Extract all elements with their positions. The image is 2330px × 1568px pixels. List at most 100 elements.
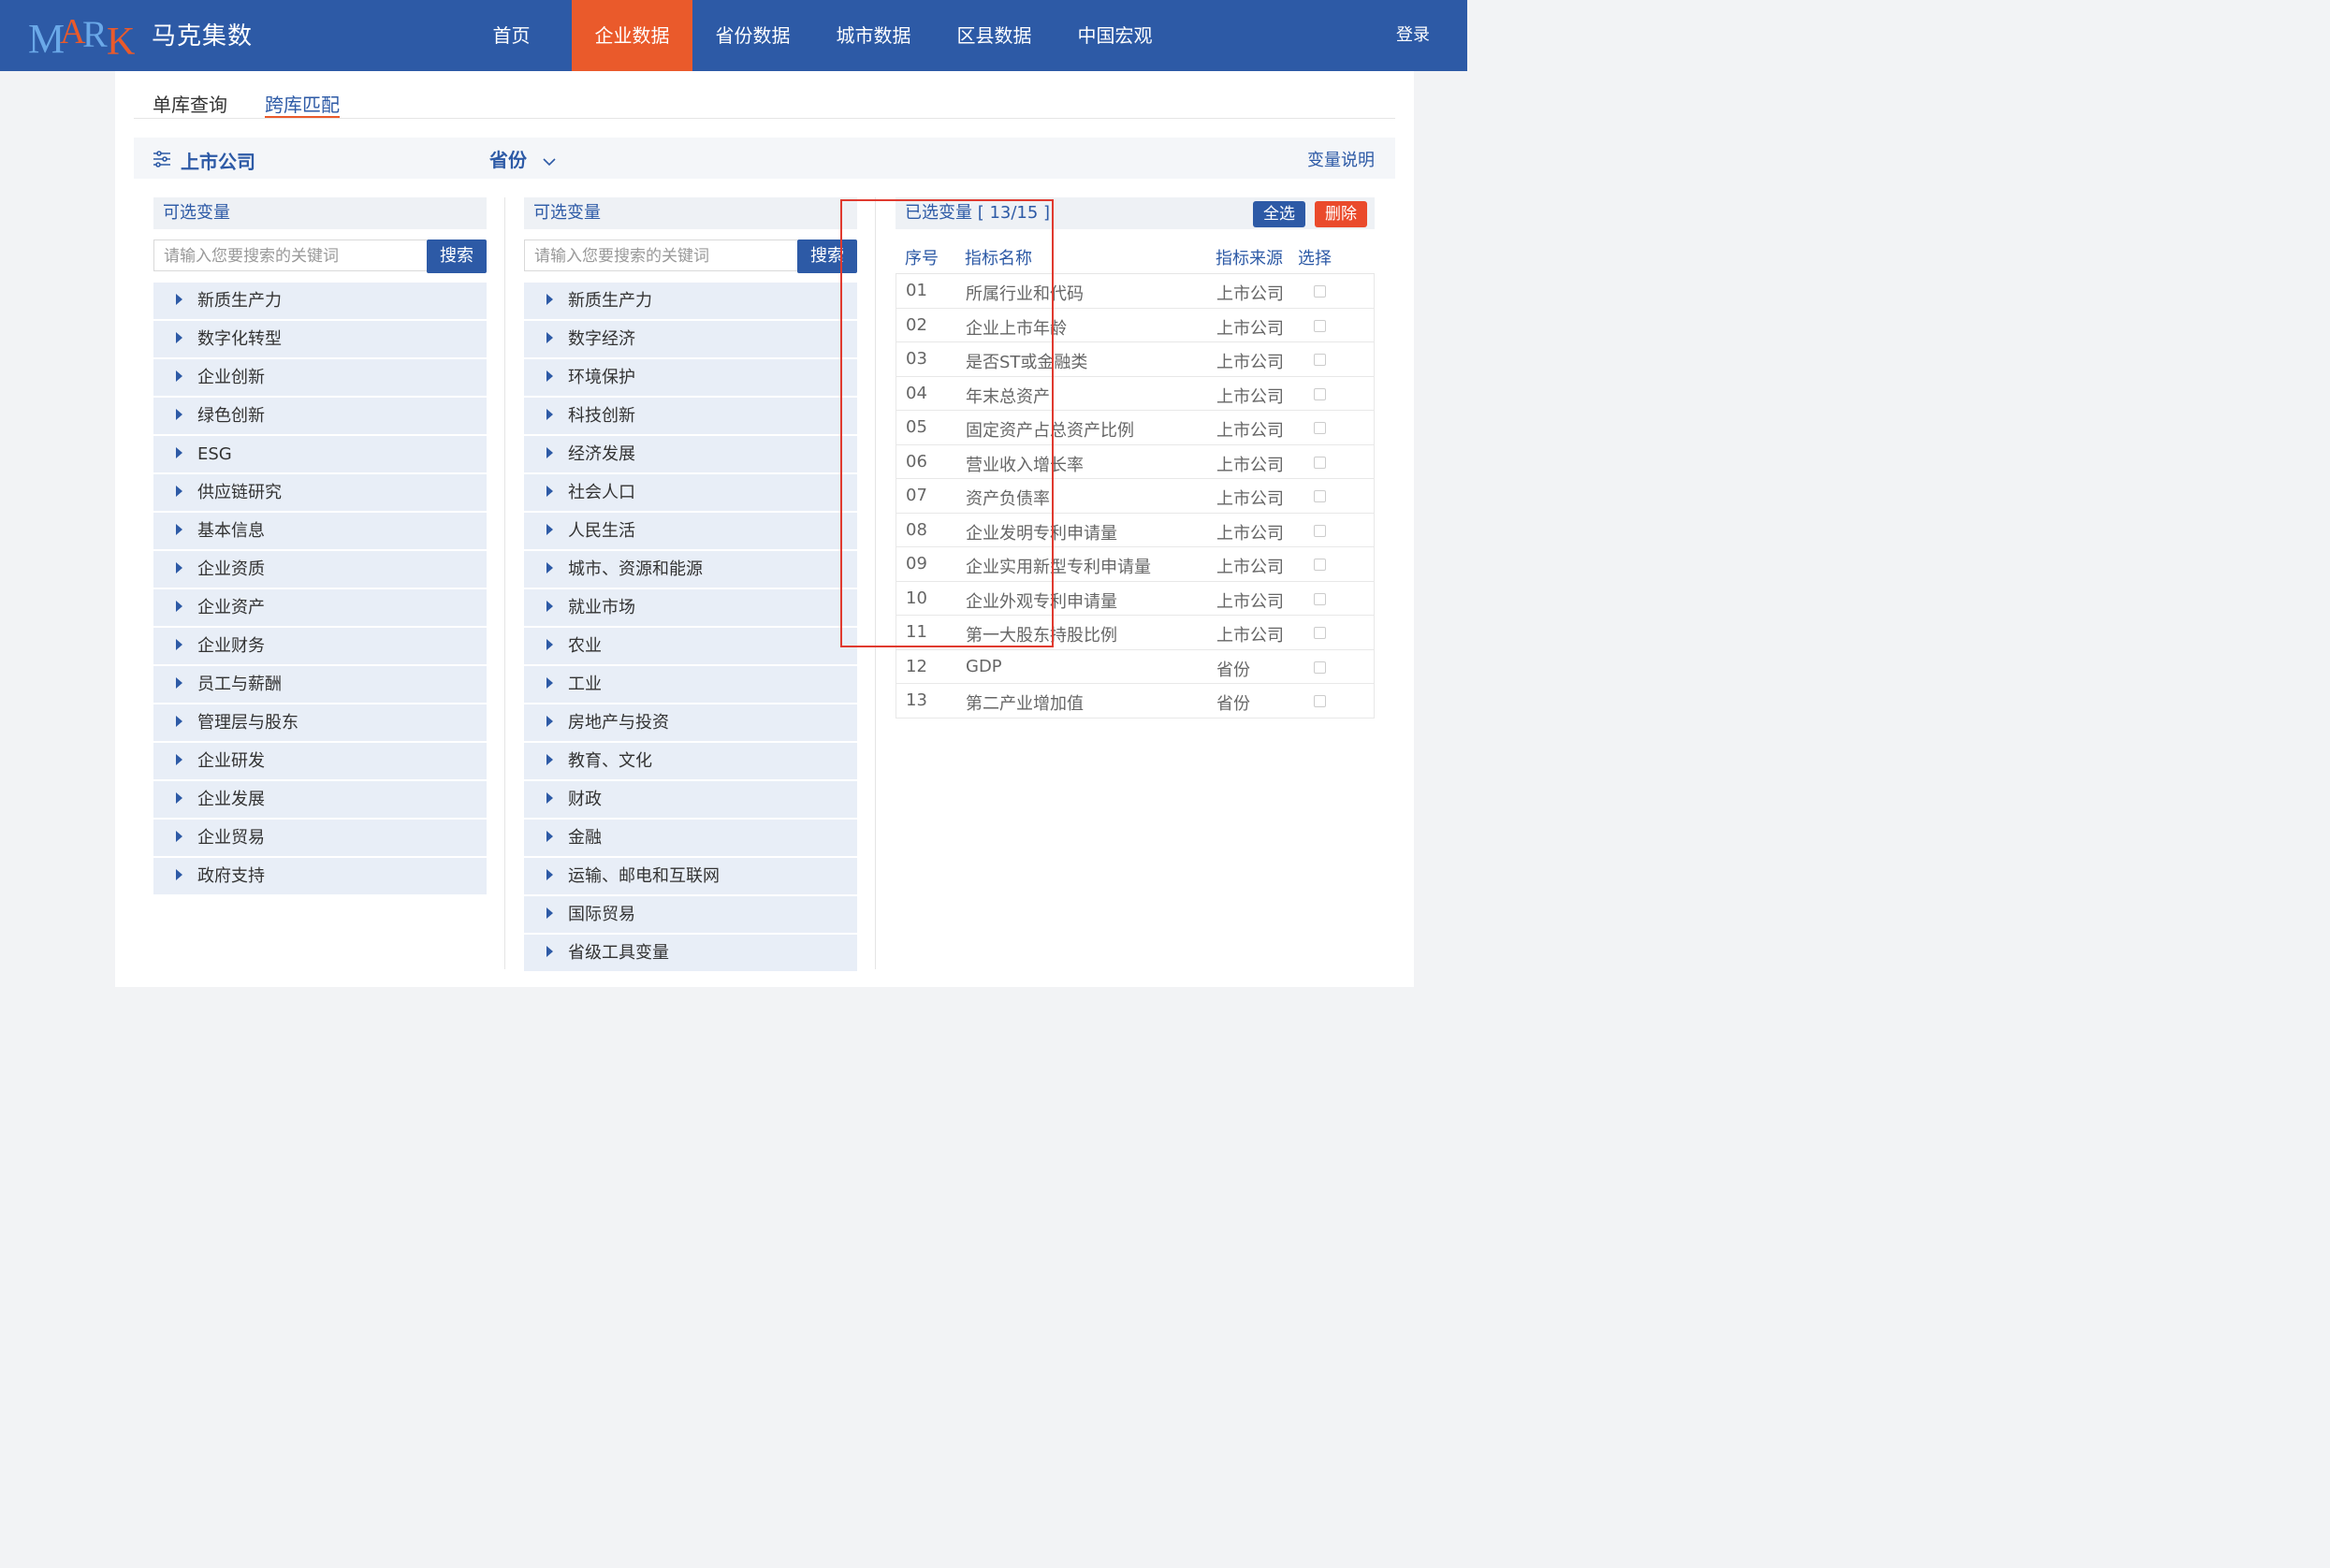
category-item[interactable]: 企业研发 [153, 743, 487, 779]
row-checkbox[interactable] [1314, 387, 1326, 400]
row-source: 省份 [1216, 660, 1250, 680]
category-item[interactable]: 数字化转型 [153, 321, 487, 357]
top-navbar: M A R K 马克集数 首页 企业数据 省份数据 城市数据 区县数据 中国宏观… [0, 0, 1467, 71]
col-header-source: 指标来源 [1216, 249, 1283, 269]
category-item[interactable]: 金融 [524, 820, 857, 856]
category-item[interactable]: 省级工具变量 [524, 935, 857, 971]
category-item[interactable]: 城市、资源和能源 [524, 551, 857, 588]
nav-province-data[interactable]: 省份数据 [692, 0, 813, 71]
category-label: 管理层与股东 [197, 713, 299, 733]
row-source: 上市公司 [1216, 318, 1284, 339]
caret-right-icon [546, 370, 553, 382]
category-item[interactable]: 企业资产 [153, 589, 487, 626]
category-item[interactable]: 就业市场 [524, 589, 857, 626]
nav-county-data[interactable]: 区县数据 [934, 0, 1055, 71]
middle-search-input[interactable]: 请输入您要搜索的关键词 [524, 240, 797, 271]
row-checkbox[interactable] [1314, 354, 1326, 366]
row-checkbox[interactable] [1314, 524, 1326, 537]
login-link[interactable]: 登录 [1396, 0, 1430, 71]
nav-home[interactable]: 首页 [451, 0, 572, 71]
category-label: 财政 [568, 790, 602, 809]
category-item[interactable]: 供应链研究 [153, 474, 487, 511]
category-label: 经济发展 [568, 444, 635, 464]
row-checkbox[interactable] [1314, 319, 1326, 332]
row-number: 13 [906, 690, 927, 710]
category-item[interactable]: 企业贸易 [153, 820, 487, 856]
province-dropdown[interactable]: 省份 [489, 145, 556, 172]
category-item[interactable]: 房地产与投资 [524, 704, 857, 741]
category-label: 供应链研究 [197, 483, 282, 502]
category-item[interactable]: ESG [153, 436, 487, 472]
category-label: 运输、邮电和互联网 [568, 866, 720, 886]
filter-bar: 上市公司 省份 变量说明 [134, 138, 1395, 179]
category-item[interactable]: 人民生活 [524, 513, 857, 549]
left-panel-title: 可选变量 [153, 197, 487, 229]
category-item[interactable]: 数字经济 [524, 321, 857, 357]
category-label: 企业财务 [197, 636, 265, 656]
category-item[interactable]: 员工与薪酬 [153, 666, 487, 703]
row-source: 上市公司 [1216, 284, 1284, 304]
caret-right-icon [546, 946, 553, 957]
category-item[interactable]: 运输、邮电和互联网 [524, 858, 857, 894]
row-checkbox[interactable] [1314, 456, 1326, 469]
category-item[interactable]: 企业发展 [153, 781, 487, 818]
category-item[interactable]: 政府支持 [153, 858, 487, 894]
nav-enterprise-data[interactable]: 企业数据 [572, 0, 692, 71]
category-item[interactable]: 环境保护 [524, 359, 857, 396]
category-label: 员工与薪酬 [197, 675, 282, 694]
row-checkbox[interactable] [1314, 661, 1326, 674]
caret-right-icon [176, 409, 182, 420]
category-item[interactable]: 教育、文化 [524, 743, 857, 779]
left-search-button[interactable]: 搜索 [427, 240, 487, 273]
category-item[interactable]: 企业资质 [153, 551, 487, 588]
brand-name: 马克集数 [152, 22, 254, 51]
category-label: 数字化转型 [197, 329, 282, 349]
category-label: 环境保护 [568, 368, 635, 387]
category-label: 科技创新 [568, 406, 635, 426]
caret-right-icon [176, 601, 182, 612]
category-item[interactable]: 社会人口 [524, 474, 857, 511]
row-checkbox[interactable] [1314, 627, 1326, 639]
category-item[interactable]: 国际贸易 [524, 896, 857, 933]
category-item[interactable]: 绿色创新 [153, 398, 487, 434]
category-item[interactable]: 新质生产力 [524, 283, 857, 319]
category-label: 新质生产力 [197, 291, 282, 311]
dataset-title: 上市公司 [181, 151, 255, 173]
category-item[interactable]: 农业 [524, 628, 857, 664]
category-label: 企业创新 [197, 368, 265, 387]
row-checkbox[interactable] [1314, 490, 1326, 502]
category-item[interactable]: 基本信息 [153, 513, 487, 549]
row-checkbox[interactable] [1314, 559, 1326, 571]
row-source: 上市公司 [1216, 386, 1284, 407]
tab-cross-match[interactable]: 跨库匹配 [265, 90, 340, 117]
category-item[interactable]: 工业 [524, 666, 857, 703]
category-item[interactable]: 经济发展 [524, 436, 857, 472]
category-item[interactable]: 管理层与股东 [153, 704, 487, 741]
category-item[interactable]: 企业财务 [153, 628, 487, 664]
category-item[interactable]: 科技创新 [524, 398, 857, 434]
caret-right-icon [176, 754, 182, 765]
row-checkbox[interactable] [1314, 422, 1326, 434]
nav-city-data[interactable]: 城市数据 [813, 0, 934, 71]
category-item[interactable]: 财政 [524, 781, 857, 818]
category-label: 社会人口 [568, 483, 635, 502]
caret-right-icon [176, 677, 182, 689]
select-all-button[interactable]: 全选 [1253, 201, 1305, 227]
left-search-input[interactable]: 请输入您要搜索的关键词 [153, 240, 427, 271]
row-checkbox[interactable] [1314, 285, 1326, 298]
row-checkbox[interactable] [1314, 695, 1326, 707]
delete-button[interactable]: 删除 [1315, 201, 1367, 227]
category-item[interactable]: 新质生产力 [153, 283, 487, 319]
category-item[interactable]: 企业创新 [153, 359, 487, 396]
tab-single-query[interactable]: 单库查询 [153, 90, 227, 117]
table-row: 13 第二产业增加值 省份 [896, 684, 1374, 719]
mark-logo[interactable]: M A R K [28, 13, 140, 60]
row-checkbox[interactable] [1314, 592, 1326, 605]
middle-search-row: 请输入您要搜索的关键词 搜索 [524, 240, 857, 273]
category-label: 就业市场 [568, 598, 635, 617]
column-divider [504, 197, 505, 969]
variable-help-link[interactable]: 变量说明 [1307, 147, 1375, 171]
nav-china-macro[interactable]: 中国宏观 [1055, 0, 1175, 71]
caret-right-icon [176, 869, 182, 880]
caret-right-icon [176, 562, 182, 573]
